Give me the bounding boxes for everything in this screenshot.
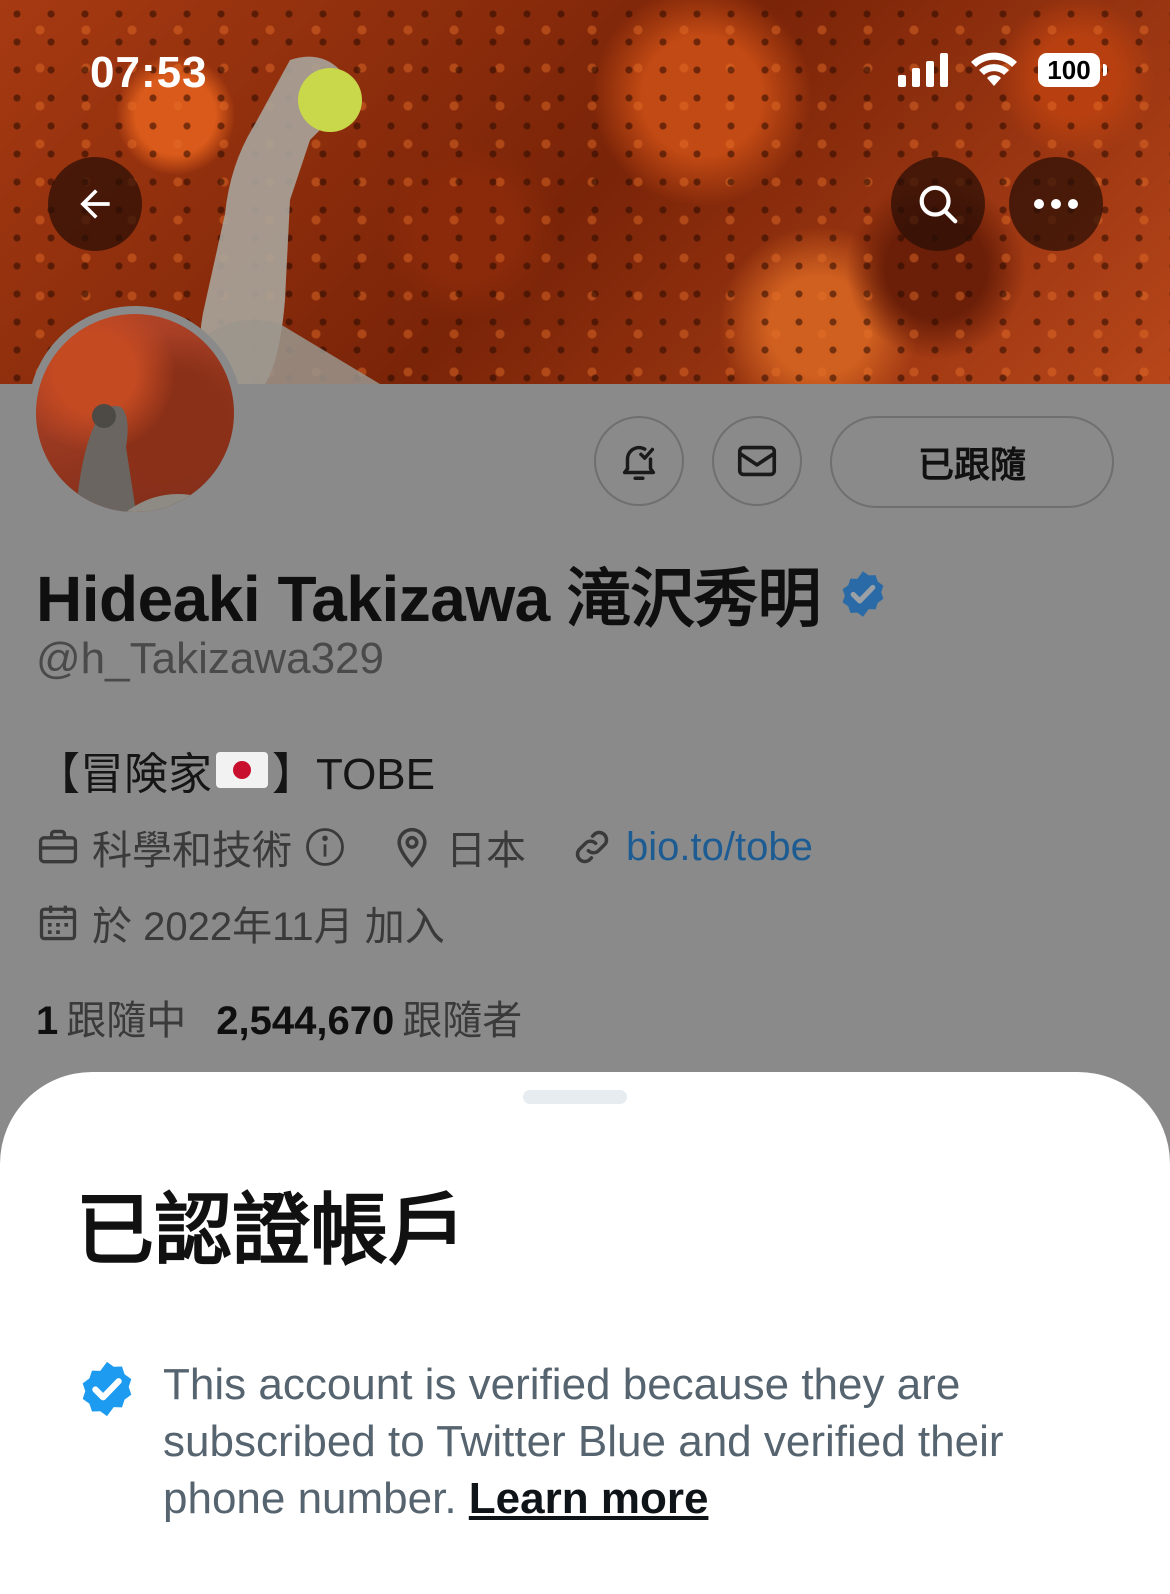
message-button[interactable]	[712, 416, 802, 506]
wifi-icon	[971, 52, 1017, 86]
more-icon	[1034, 199, 1078, 209]
location-item: 日本	[390, 818, 526, 876]
status-time: 07:53	[90, 48, 208, 97]
search-button[interactable]	[891, 157, 985, 251]
name-row: Hideaki Takizawa 滝沢秀明	[36, 548, 889, 640]
followers-label: 跟隨者	[402, 999, 523, 1043]
sheet-drag-handle[interactable]	[523, 1090, 627, 1104]
sheet-title: 已認證帳戶	[76, 1186, 467, 1274]
verification-description: This account is verified because they ar…	[163, 1356, 1123, 1527]
back-button[interactable]	[48, 157, 142, 251]
bio: 【冒険家 】TOBE	[36, 738, 435, 802]
battery-indicator: 100	[1038, 53, 1107, 87]
bell-icon	[622, 445, 656, 480]
more-button[interactable]	[1009, 157, 1103, 251]
search-icon	[919, 185, 958, 224]
display-name: Hideaki Takizawa 滝沢秀明	[36, 563, 822, 635]
mail-icon	[737, 445, 777, 477]
learn-more-link[interactable]: Learn more	[469, 1474, 709, 1523]
signal-icon	[898, 53, 948, 87]
back-arrow-icon	[80, 189, 110, 219]
verified-badge-icon	[82, 1361, 132, 1417]
verification-sheet: 已認證帳戶 This account is verified because t…	[0, 1072, 1170, 1594]
avatar-figure	[76, 404, 216, 512]
following-count: 1	[36, 999, 59, 1043]
status-indicators: 100	[898, 52, 1107, 88]
avatar[interactable]	[28, 306, 242, 520]
bio-prefix: 【冒険家	[36, 750, 212, 799]
notifications-button[interactable]	[594, 416, 684, 506]
followers-count: 2,544,670	[216, 999, 395, 1043]
joined-item: 於 2022年11月 加入	[36, 894, 445, 952]
location-label: 日本	[446, 829, 526, 873]
following-label: 跟隨中	[66, 999, 187, 1043]
following-stat[interactable]: 1 跟隨中	[36, 988, 186, 1046]
bio-suffix: 】TOBE	[272, 750, 436, 799]
japan-flag-icon	[216, 752, 268, 788]
avatar-image	[36, 314, 234, 512]
briefcase-icon	[38, 829, 78, 864]
calendar-icon	[39, 905, 77, 941]
verified-badge-icon[interactable]	[837, 568, 889, 620]
category-item[interactable]: 科學和技術	[36, 818, 346, 876]
info-icon[interactable]	[304, 826, 346, 868]
website-item[interactable]: bio.to/tobe	[570, 825, 813, 870]
joined-row: 於 2022年11月 加入	[36, 894, 489, 952]
follow-stats: 1 跟隨中 2,544,670 跟隨者	[36, 988, 522, 1046]
user-handle: @h_Takizawa329	[36, 634, 384, 683]
following-button[interactable]: 已跟隨	[830, 416, 1114, 508]
website-link[interactable]: bio.to/tobe	[626, 825, 813, 870]
location-icon	[397, 827, 427, 868]
followers-stat[interactable]: 2,544,670 跟隨者	[216, 988, 522, 1046]
link-icon	[575, 830, 609, 864]
category-label: 科學和技術	[92, 829, 292, 873]
joined-label: 於 2022年11月 加入	[92, 905, 445, 949]
profile-meta: 科學和技術 日本 bio.to/tobe	[36, 818, 857, 876]
